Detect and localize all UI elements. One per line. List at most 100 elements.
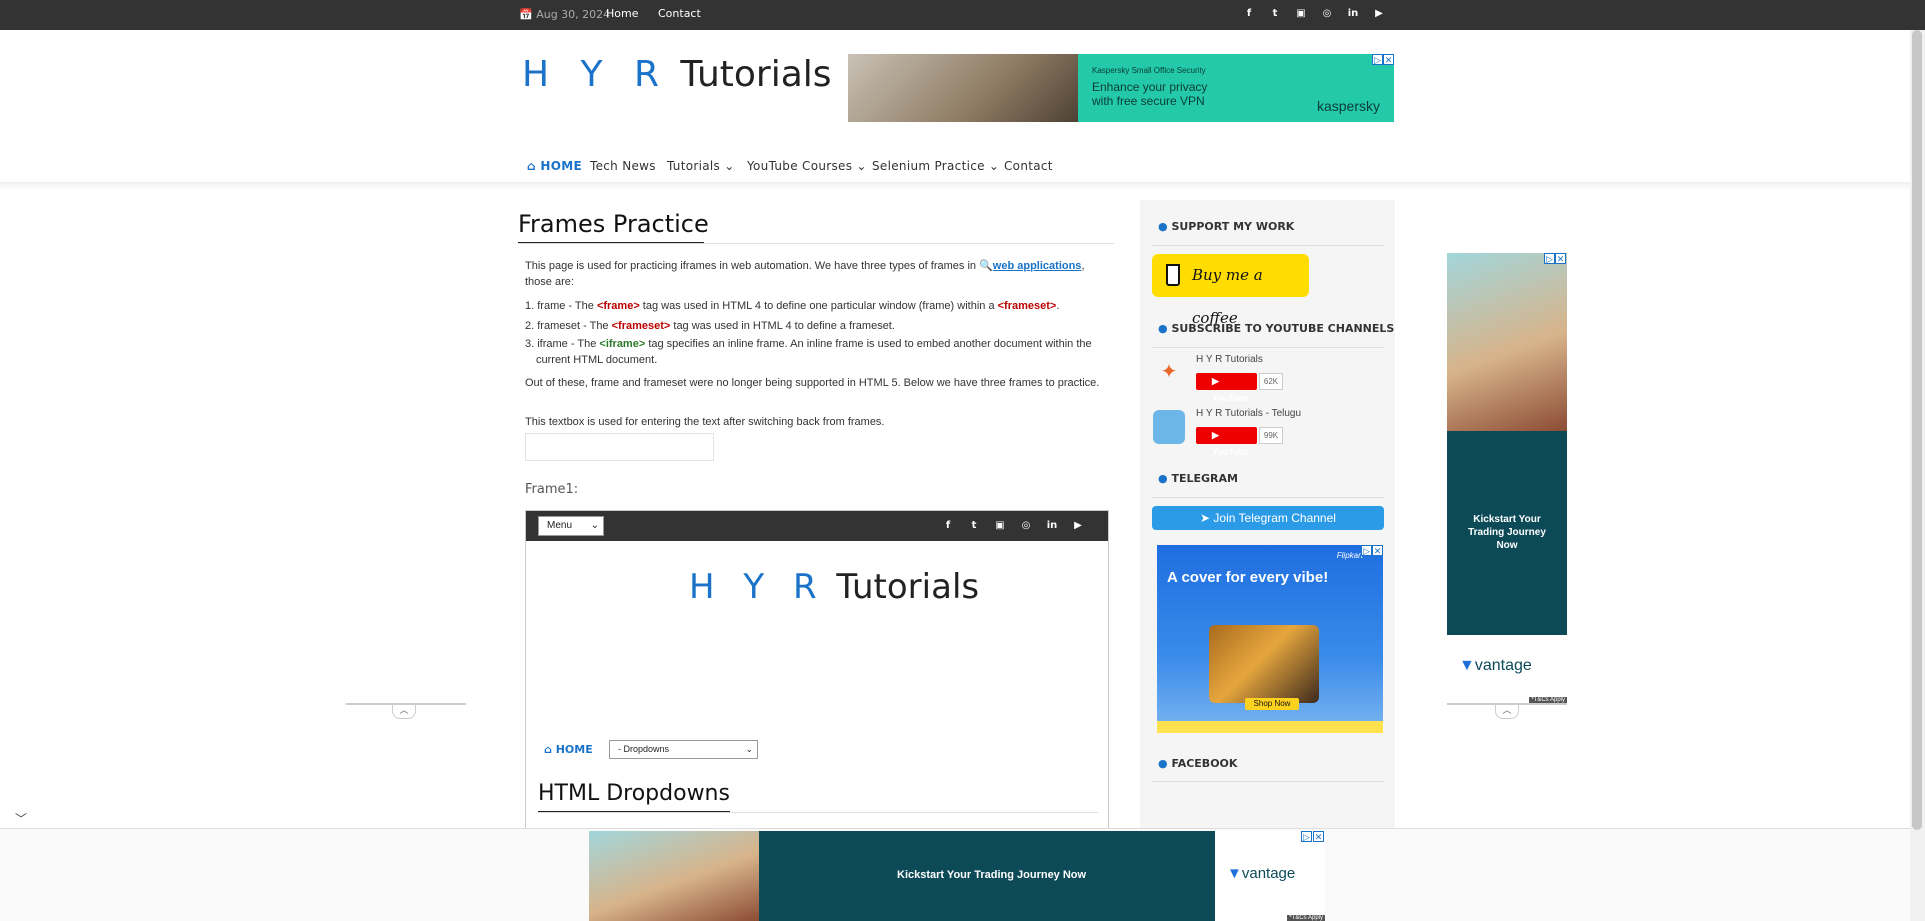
date-label: 📅 Aug 30, 2024	[519, 8, 611, 21]
top-bar: 📅 Aug 30, 2024 Home Contact f t ▣ ◎ in ▶	[0, 0, 1925, 30]
frame-nav-home[interactable]: ⌂ HOME	[544, 743, 593, 756]
item1-tag2: <frameset>	[997, 300, 1057, 312]
twitter-icon[interactable]: t	[1268, 7, 1282, 21]
frame-logo-hyr: H Y R	[689, 567, 826, 607]
channel-name[interactable]: H Y R Tutorials	[1196, 354, 1263, 365]
channel-name[interactable]: H Y R Tutorials - Telugu	[1196, 408, 1301, 419]
ad-brand: kaspersky	[1316, 98, 1380, 114]
nav-tutorials[interactable]: Tutorials ⌄	[667, 159, 735, 173]
nav-selenium-label: Selenium Practice	[872, 159, 985, 173]
frame-logo-tutorials: Tutorials	[836, 567, 980, 607]
top-link-home[interactable]: Home	[606, 7, 638, 20]
telegram-icon: ➤	[1200, 511, 1214, 525]
site-logo[interactable]: H Y R Tutorials	[522, 54, 832, 95]
nav-youtube-label: YouTube Courses	[747, 159, 853, 173]
facebook-icon[interactable]: f	[941, 519, 955, 533]
youtube-icon[interactable]: ▶	[1372, 7, 1386, 21]
home-icon: ⌂	[544, 743, 552, 756]
join-telegram-button[interactable]: ➤ Join Telegram Channel	[1152, 506, 1384, 530]
ad-close-icon[interactable]: ✕	[1313, 831, 1324, 842]
item2-end: tag was used in HTML 4 to define a frame…	[670, 320, 895, 332]
facebook-icon[interactable]: f	[1242, 7, 1256, 21]
youtube-icon[interactable]: ▶	[1071, 519, 1085, 533]
practice-textbox[interactable]	[525, 433, 714, 461]
youtube-subscribe-button[interactable]: ▶ YouTube	[1196, 427, 1257, 457]
frame-dropdown-select[interactable]: - Dropdowns ⌄	[609, 740, 758, 759]
ad-info-icon[interactable]: ▷	[1301, 831, 1312, 842]
vertical-scrollbar-thumb[interactable]	[1912, 30, 1922, 830]
nav-contact[interactable]: Contact	[1004, 159, 1053, 173]
frame1[interactable]: Menu ⌄ f t ▣ ◎ in ▶ H Y R Tutorials ⌂ HO…	[525, 510, 1109, 830]
ad-footer-strip	[1157, 721, 1383, 733]
date-text: Aug 30, 2024	[536, 8, 611, 21]
ad-close-icon[interactable]: ✕	[1372, 545, 1383, 556]
intro-paragraph: This page is used for practicing iframes…	[525, 258, 1085, 290]
search-icon: 🔍	[979, 260, 993, 272]
instagram-icon[interactable]: ◎	[1320, 7, 1334, 21]
ad-flipkart[interactable]: Flipkart A cover for every vibe! Shop No…	[1157, 545, 1383, 733]
telugu-channel-avatar[interactable]	[1153, 410, 1185, 444]
ad-close-icon[interactable]: ✕	[1383, 54, 1394, 65]
ad-info-icon[interactable]: ▷	[1372, 54, 1383, 65]
ad-small-text: Kaspersky Small Office Security	[1092, 66, 1206, 75]
ad-product-image	[1209, 625, 1319, 703]
item1-mid: tag was used in HTML 4 to define one par…	[639, 300, 998, 312]
frame1-label: Frame1:	[525, 482, 579, 497]
chevron-up-icon[interactable]: ︿	[1495, 705, 1519, 719]
ad-headline: Enhance your privacy with free secure VP…	[1092, 80, 1208, 108]
ad-close-icon[interactable]: ✕	[1555, 253, 1566, 264]
sidebar-divider	[1152, 347, 1384, 348]
item1-end: .	[1056, 300, 1060, 312]
item2-tag: <frameset>	[611, 320, 671, 332]
item3-tag: <iframe>	[599, 338, 646, 350]
list-item-frame: 1. frame - The <frame> tag was used in H…	[525, 298, 1095, 314]
ad-shop-button[interactable]: Shop Now	[1245, 698, 1299, 710]
nav-tutorials-label: Tutorials	[667, 159, 721, 173]
chevron-down-icon: ⌄	[988, 159, 1000, 173]
youtube-label: YouTube	[1212, 447, 1250, 457]
instagram-square-icon[interactable]: ▣	[993, 519, 1007, 533]
sidebar-divider	[1152, 781, 1384, 782]
linkedin-icon[interactable]: in	[1346, 7, 1360, 21]
item1-pre: 1. frame - The	[525, 300, 597, 312]
twitter-icon[interactable]: t	[967, 519, 981, 533]
linkedin-icon[interactable]: in	[1045, 519, 1059, 533]
ad-bottom-anchor[interactable]: Kickstart Your Trading Journey Now ▼vant…	[589, 831, 1325, 921]
sidebar-heading-subscribe: ● SUBSCRIBE TO YOUTUBE CHANNELS	[1158, 322, 1395, 335]
sidebar-divider	[1152, 245, 1384, 246]
list-item-frameset: 2. frameset - The <frameset> tag was use…	[525, 318, 1095, 334]
item2-pre: 2. frameset - The	[525, 320, 612, 332]
youtube-subscribe-button[interactable]: ▶ YouTube	[1196, 373, 1257, 403]
ad-brand-text: vantage	[1474, 657, 1532, 674]
frame-logo[interactable]: H Y R Tutorials	[689, 567, 979, 607]
subscriber-count: 62K	[1259, 373, 1283, 390]
frame-heading: HTML Dropdowns	[538, 781, 730, 806]
nav-youtube-courses[interactable]: YouTube Courses ⌄	[747, 159, 867, 173]
web-applications-link[interactable]: web applications	[993, 260, 1082, 272]
subscriber-count: 99K	[1259, 427, 1283, 444]
telegram-label: TELEGRAM	[1171, 472, 1238, 485]
telegram-btn-label: Join Telegram Channel	[1213, 511, 1336, 525]
nav-selenium-practice[interactable]: Selenium Practice ⌄	[872, 159, 999, 173]
top-link-contact[interactable]: Contact	[658, 7, 701, 20]
coffee-cup-icon	[1166, 264, 1180, 286]
hyr-channel-avatar[interactable]: ✦	[1153, 357, 1185, 389]
nav-tech-news[interactable]: Tech News	[590, 159, 656, 173]
ad-headline: A cover for every vibe!	[1167, 569, 1329, 586]
title-divider	[518, 243, 1114, 244]
ad-banner-top[interactable]: Kaspersky Small Office Security Enhance …	[848, 54, 1394, 122]
instagram-square-icon[interactable]: ▣	[1294, 7, 1308, 21]
ad-image	[1447, 253, 1567, 431]
ad-headline: Kickstart Your Trading Journey Now	[1468, 514, 1546, 551]
chevron-down-icon: ⌄	[590, 520, 599, 531]
instagram-icon[interactable]: ◎	[1019, 519, 1033, 533]
chevron-up-icon[interactable]: ︿	[392, 705, 416, 719]
frame-menu-select[interactable]: Menu ⌄	[538, 516, 604, 536]
chevron-down-icon[interactable]: ﹀	[9, 810, 33, 826]
ad-info-icon[interactable]: ▷	[1361, 545, 1372, 556]
ad-info-icon[interactable]: ▷	[1544, 253, 1555, 264]
frame-menu-label: Menu	[547, 520, 573, 531]
ad-skyscraper-right[interactable]: Kickstart Your Trading Journey Now ▼vant…	[1447, 253, 1567, 703]
logo-tutorials: Tutorials	[680, 54, 832, 95]
nav-home[interactable]: ⌂ HOME	[527, 159, 582, 173]
